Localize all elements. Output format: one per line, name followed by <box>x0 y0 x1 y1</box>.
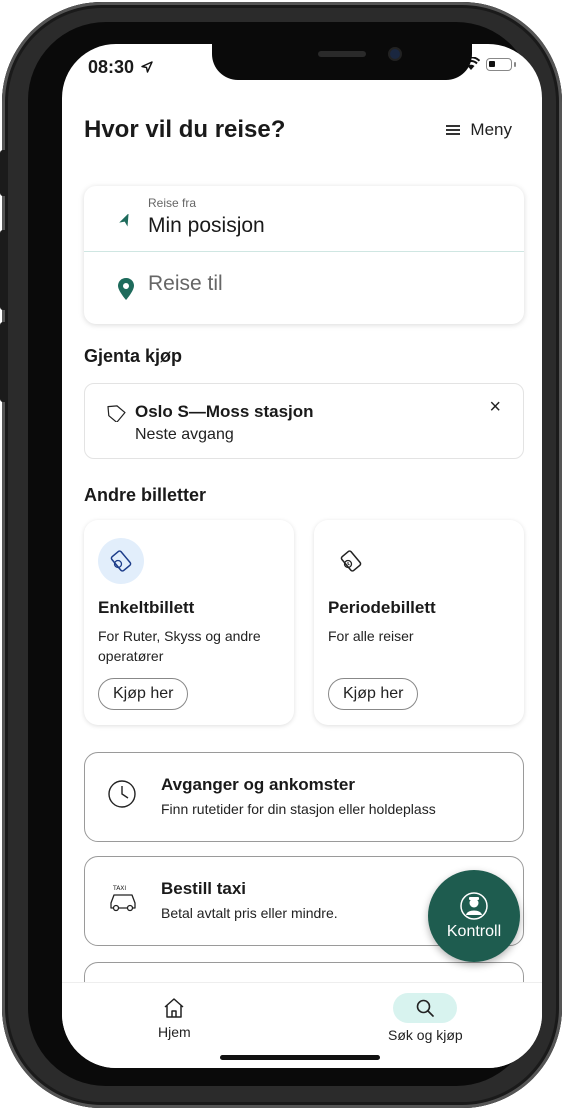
hamburger-icon <box>446 125 461 135</box>
volume-down-button <box>0 322 8 402</box>
tickets-section-title: Andre billetter <box>84 485 207 505</box>
navigation-arrow-icon <box>119 214 129 227</box>
departures-title: Avganger og ankomster <box>161 775 355 794</box>
departures-subtitle: Finn rutetider for din stasjon eller hol… <box>161 801 436 817</box>
inspector-icon <box>460 892 488 920</box>
buy-period-button[interactable]: Kjøp her <box>328 678 419 710</box>
from-field[interactable]: Reise fra Min posisjon <box>84 186 524 252</box>
search-card: Reise fra Min posisjon Reise til <box>84 186 524 324</box>
map-pin-icon <box>118 278 134 300</box>
menu-button[interactable]: Meny <box>446 120 512 140</box>
menu-label: Meny <box>470 120 512 139</box>
tab-home-label: Hjem <box>158 1024 191 1040</box>
taxi-subtitle: Betal avtalt pris eller mindre. <box>161 905 338 921</box>
repeat-route: Oslo S—Moss stasjon <box>135 402 314 421</box>
svg-text:TAXI: TAXI <box>112 885 126 892</box>
taxi-icon: TAXI <box>110 885 136 912</box>
home-icon <box>164 998 184 1018</box>
ticket-name: Periodebillett <box>328 598 436 617</box>
location-arrow-icon <box>141 61 153 73</box>
tab-search-label: Søk og kjøp <box>388 1027 463 1043</box>
clock-icon <box>108 780 136 808</box>
close-icon[interactable]: × <box>489 396 501 419</box>
mute-switch <box>0 150 8 196</box>
buy-single-button[interactable]: Kjøp her <box>98 678 189 710</box>
ticket-name: Enkeltbillett <box>98 598 195 617</box>
departures-row[interactable]: Avganger og ankomster Finn rutetider for… <box>84 752 524 842</box>
from-value: Min posisjon <box>148 214 265 237</box>
battery-icon <box>486 57 512 71</box>
repeat-section-title: Gjenta kjøp <box>84 346 183 366</box>
page-title: Hvor vil du reise? <box>84 116 286 143</box>
ticket-card-single[interactable]: Enkeltbillett For Ruter, Skyss og andre … <box>84 520 294 725</box>
battery-tip <box>514 61 516 67</box>
to-field[interactable]: Reise til <box>84 252 524 324</box>
notch <box>212 44 472 80</box>
ticket-desc: For alle reiser <box>328 628 414 644</box>
ticket-desc: For Ruter, Skyss og andre operatører <box>98 628 261 664</box>
volume-up-button <box>0 230 8 310</box>
ticket-single-icon <box>98 538 144 584</box>
ticket-tag-icon <box>107 405 126 422</box>
ticket-card-period[interactable]: Periodebillett For alle reiser Kjøp her <box>314 520 524 725</box>
repeat-next-departure: Neste avgang <box>135 426 234 443</box>
repeat-purchase-card[interactable]: Oslo S—Moss stasjon Neste avgang × <box>84 383 524 459</box>
search-icon <box>417 999 435 1017</box>
status-time-text: 08:30 <box>88 57 135 77</box>
ticket-period-icon <box>328 538 374 584</box>
kontroll-label: Kontroll <box>446 923 502 940</box>
to-placeholder: Reise til <box>148 272 223 295</box>
screen: 08:30 Hvor vil du reise? Meny Reise fra … <box>62 44 542 1068</box>
tab-home[interactable]: Hjem <box>158 993 191 1040</box>
from-label: Reise fra <box>148 196 197 210</box>
taxi-title: Bestill taxi <box>161 879 247 898</box>
active-tab-indicator <box>393 993 458 1023</box>
front-camera <box>388 47 402 61</box>
home-indicator <box>220 1055 380 1060</box>
kontroll-button[interactable]: Kontroll <box>428 870 520 962</box>
speaker <box>318 51 366 57</box>
tab-search-buy[interactable]: Søk og kjøp <box>388 993 463 1043</box>
status-time: 08:30 <box>88 57 153 78</box>
